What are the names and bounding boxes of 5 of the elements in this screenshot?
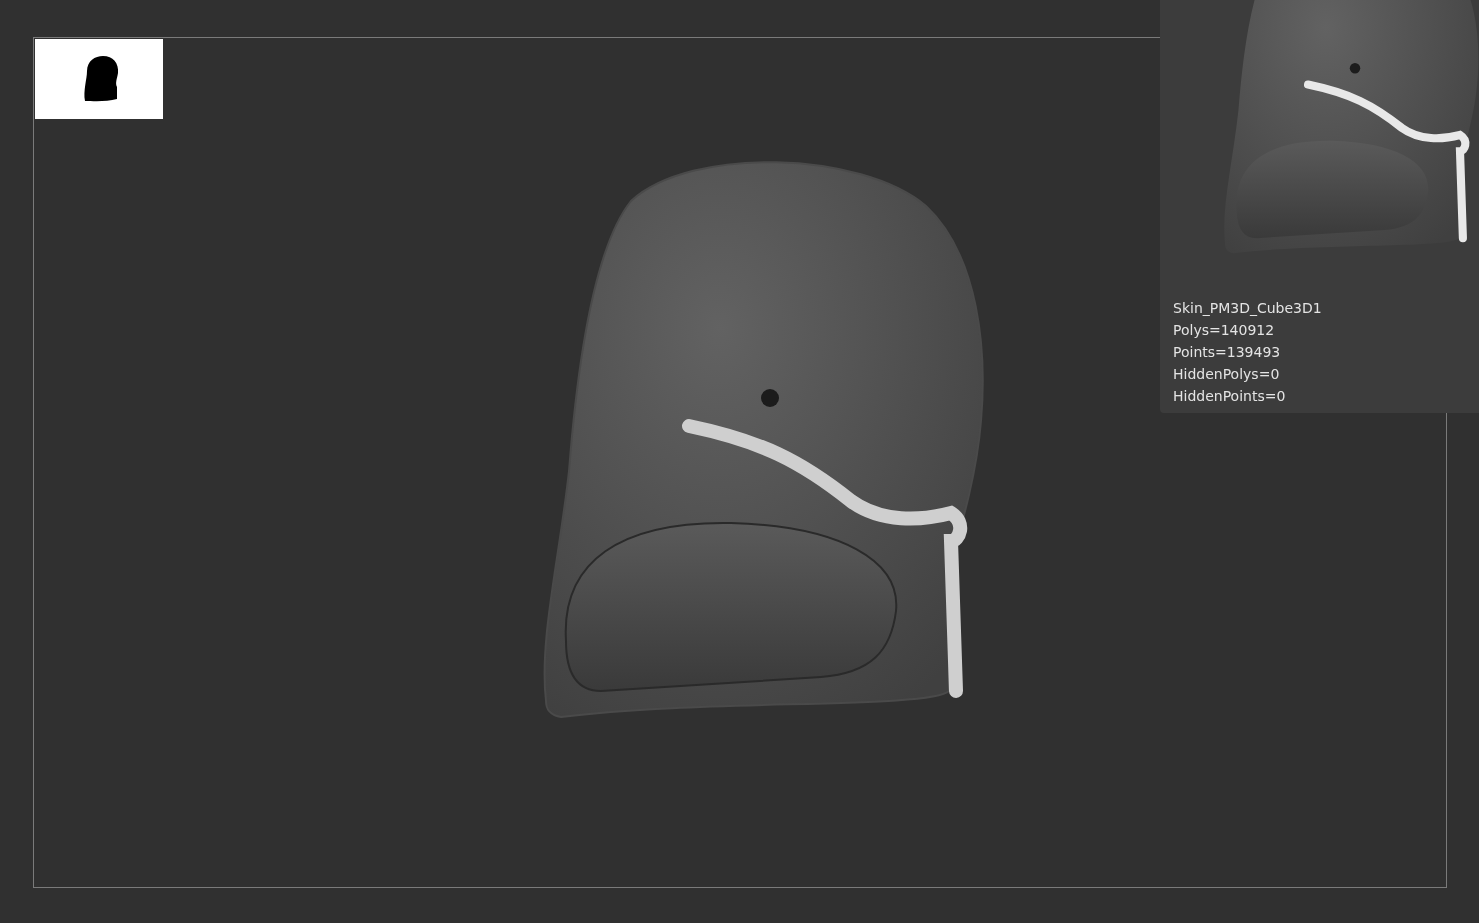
stat-line: HiddenPolys=0: [1173, 365, 1281, 384]
stat-line: Points=139493: [1173, 343, 1282, 362]
stat-line: Polys=140912: [1173, 321, 1276, 340]
stat-line: HiddenPoints=0: [1173, 387, 1287, 406]
tool-name: Skin_PM3D_Cube3D1: [1173, 299, 1323, 318]
